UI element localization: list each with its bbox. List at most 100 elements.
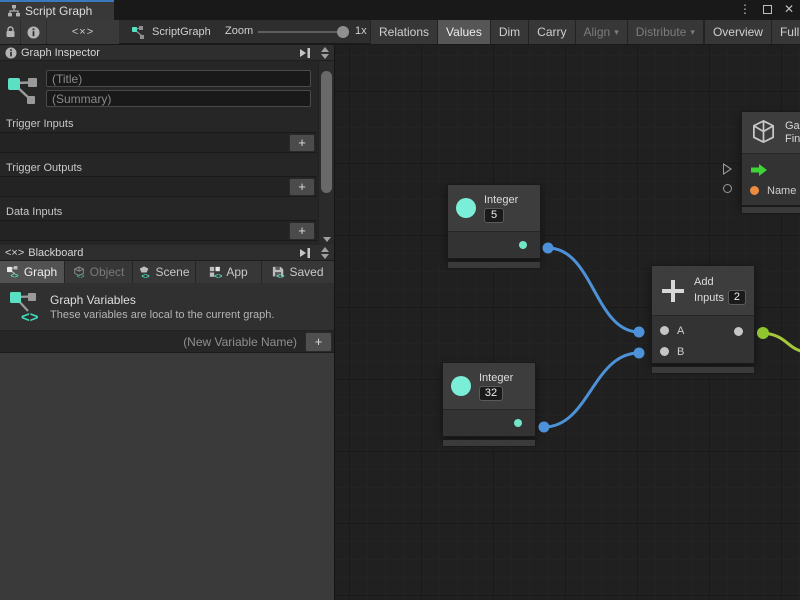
zoom-slider-handle[interactable] [337, 26, 349, 38]
graph-name-group[interactable]: ScriptGraph [131, 20, 211, 44]
inspector-scrollbar[interactable] [318, 61, 334, 245]
tab-object[interactable]: <> Object [65, 261, 132, 283]
node-title-line1: Gam [785, 120, 800, 133]
scroll-down-icon[interactable] [323, 237, 331, 242]
trigger-arrow-icon[interactable] [750, 163, 768, 177]
code-view-button[interactable]: <×> [47, 20, 119, 44]
edge-add-output[interactable] [763, 333, 800, 352]
graph-name-label: ScriptGraph [152, 26, 211, 38]
node-integer-32[interactable]: Integer 32 [442, 362, 536, 437]
node-title: Add [694, 276, 746, 288]
scroll-arrows[interactable] [317, 247, 332, 259]
zoom-slider-track[interactable] [258, 31, 342, 33]
edge-integer5-to-add-a[interactable] [548, 248, 639, 332]
svg-text:<>: <> [215, 273, 223, 278]
graph-variables-title: Graph Variables [50, 293, 274, 307]
graph-title-field[interactable] [46, 70, 311, 87]
tab-scene[interactable]: <> Scene [133, 261, 195, 283]
integer-type-icon [456, 198, 476, 218]
data-port-indicator-icon[interactable] [723, 184, 732, 193]
add-variable-button[interactable]: + [305, 332, 332, 352]
graph-inspector-header: Graph Inspector [0, 45, 334, 61]
script-graph-icon [131, 25, 146, 40]
scroll-down-icon[interactable] [321, 54, 329, 59]
cube-icon: <> [73, 266, 86, 279]
edge-integer32-to-add-b[interactable] [544, 353, 639, 427]
new-variable-input[interactable] [0, 331, 303, 353]
add-data-input-button[interactable]: + [289, 222, 315, 240]
trigger-inputs-list: + [0, 132, 317, 153]
node-game-object-find[interactable]: Gam Fin Name [741, 111, 800, 206]
blackboard-title: Blackboard [28, 247, 83, 259]
relations-button[interactable]: Relations [370, 20, 437, 44]
sidebar-panel: Graph Inspector [0, 45, 335, 600]
zoom-label: Zoom [225, 25, 253, 37]
graph-toolbar: <×> ScriptGraph Zoom 1x Relations Values… [0, 20, 800, 44]
string-input-port[interactable] [750, 186, 759, 195]
integer-type-icon [451, 376, 471, 396]
blackboard-empty-area [0, 353, 334, 600]
node-footer [651, 366, 755, 374]
port-label: Name [767, 185, 796, 197]
fullscreen-button[interactable]: Full Screen [771, 20, 800, 44]
integer-value-field[interactable]: 5 [484, 208, 504, 223]
tab-title: Script Graph [25, 4, 92, 18]
trigger-port-indicator-icon[interactable] [723, 163, 732, 175]
dock-icon[interactable] [297, 48, 313, 58]
align-button[interactable]: Align▾ [575, 20, 627, 44]
integer-output-port[interactable] [514, 419, 522, 427]
graph-inspector-title: Graph Inspector [21, 47, 100, 59]
close-icon[interactable]: ✕ [784, 2, 794, 16]
svg-text:<>: <> [142, 273, 150, 278]
window-controls: ⋮ ✕ [739, 2, 794, 16]
carry-button[interactable]: Carry [528, 20, 574, 44]
distribute-button[interactable]: Distribute▾ [627, 20, 703, 44]
overview-button[interactable]: Overview [704, 20, 771, 44]
scroll-up-icon[interactable] [321, 47, 329, 52]
add-trigger-input-button[interactable]: + [289, 134, 315, 152]
graph-variables-description: These variables are local to the current… [50, 309, 274, 321]
cube-icon [750, 119, 777, 146]
save-icon: <> [272, 266, 285, 279]
lock-button[interactable] [0, 20, 20, 44]
graph-summary-field[interactable] [46, 90, 311, 107]
lock-icon [5, 26, 16, 38]
tab-script-graph[interactable]: Script Graph [0, 0, 114, 20]
window-menu-icon[interactable]: ⋮ [739, 2, 751, 16]
integer-value-field[interactable]: 32 [479, 386, 503, 401]
input-port-b[interactable] [660, 347, 669, 356]
tab-graph[interactable]: <> Graph [0, 261, 64, 283]
dim-button[interactable]: Dim [490, 20, 528, 44]
graph-icon: <> [7, 266, 20, 279]
node-add[interactable]: Add Inputs 2 A B [651, 265, 755, 364]
values-button[interactable]: Values [437, 20, 490, 44]
trigger-input-row [742, 159, 800, 180]
info-icon [27, 26, 40, 39]
svg-text:<>: <> [10, 273, 18, 279]
dock-icon[interactable] [297, 248, 313, 258]
add-output-port[interactable] [734, 327, 743, 336]
data-inputs-list: + [0, 220, 317, 241]
scrollbar-thumb[interactable] [321, 71, 332, 193]
graph-variables-icon: <> [8, 289, 40, 325]
maximize-icon[interactable] [763, 5, 772, 14]
node-title-line2: Fin [785, 133, 800, 146]
tab-saved[interactable]: <> Saved [262, 261, 334, 283]
scroll-up-icon[interactable] [321, 247, 329, 252]
node-integer-5[interactable]: Integer 5 [447, 184, 541, 259]
info-button[interactable] [21, 20, 46, 44]
input-port-a[interactable] [660, 326, 669, 335]
port-row-b: B [652, 341, 754, 362]
svg-text:<>: <> [21, 309, 39, 325]
add-trigger-output-button[interactable]: + [289, 178, 315, 196]
name-input-row: Name [742, 180, 800, 201]
scroll-down-icon[interactable] [321, 254, 329, 259]
add-icon [660, 278, 686, 304]
chevron-down-icon: ▾ [614, 27, 619, 38]
graph-canvas[interactable]: Integer 5 Integer 32 [335, 45, 800, 600]
integer-output-port[interactable] [519, 241, 527, 249]
graph-title-block [0, 61, 317, 114]
tab-app[interactable]: <> App [196, 261, 261, 283]
inputs-count-field[interactable]: 2 [728, 290, 746, 305]
scroll-arrows[interactable] [317, 47, 332, 59]
